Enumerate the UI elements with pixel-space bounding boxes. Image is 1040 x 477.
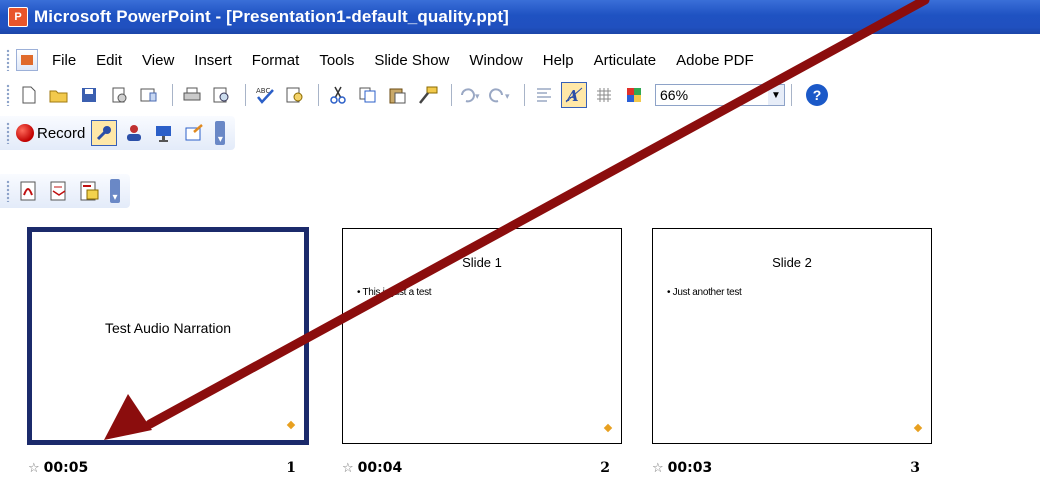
record-icon <box>16 124 34 142</box>
open-icon[interactable] <box>46 82 72 108</box>
svg-text:▾: ▾ <box>505 91 510 101</box>
transition-star-icon[interactable]: ☆ <box>28 461 40 476</box>
slide-preview[interactable]: Slide 2 • Just another test <box>652 228 932 444</box>
undo-icon[interactable]: ▾ <box>458 82 484 108</box>
new-icon[interactable] <box>16 82 42 108</box>
menu-bar: File Edit View Insert Format Tools Slide… <box>0 44 1040 76</box>
menu-tools[interactable]: Tools <box>319 52 354 69</box>
toolbar-separator <box>245 84 246 106</box>
publish-icon[interactable] <box>181 120 207 146</box>
chevron-down-icon[interactable]: ▼ <box>768 85 784 105</box>
toolbar-grip[interactable] <box>6 122 10 144</box>
menu-slide-show[interactable]: Slide Show <box>374 52 449 69</box>
document-control-icon[interactable] <box>16 49 38 71</box>
animation-icon <box>913 423 923 433</box>
slide-title: Slide 1 <box>462 255 502 270</box>
slide-thumbnail-3[interactable]: Slide 2 • Just another test ☆ 00:03 3 <box>652 228 932 476</box>
menu-help[interactable]: Help <box>543 52 574 69</box>
animation-icon <box>286 420 296 430</box>
slide-preview[interactable]: Test Audio Narration <box>27 227 309 445</box>
slide-thumbnail-2[interactable]: Slide 1 • This is just a test ☆ 00:04 2 <box>342 228 622 476</box>
slide-thumbnail-1[interactable]: Test Audio Narration ☆ 00:05 1 <box>27 227 309 476</box>
slide-center-text: Test Audio Narration <box>104 320 232 336</box>
save-icon[interactable] <box>76 82 102 108</box>
slide-number: 1 <box>286 460 296 476</box>
menu-file[interactable]: File <box>52 52 76 69</box>
standard-toolbar: ABC ▾ ▾ A 66% ▼ ? <box>0 78 1040 112</box>
review-pdf-icon[interactable] <box>76 178 102 204</box>
menu-view[interactable]: View <box>142 52 174 69</box>
powerpoint-app-icon[interactable]: P <box>8 7 28 27</box>
grid-icon[interactable] <box>591 82 617 108</box>
copy-icon[interactable] <box>355 82 381 108</box>
narration-toolbar: Record ▾ <box>0 116 236 150</box>
toolbar-separator <box>524 84 525 106</box>
slide-timing: 00:04 <box>357 460 403 476</box>
transition-star-icon[interactable]: ☆ <box>652 461 664 476</box>
toolbar-overflow-button[interactable]: ▾ <box>110 179 120 203</box>
zoom-value: 66% <box>660 87 689 103</box>
narration-pointer-icon[interactable] <box>91 120 118 146</box>
slide-bullet: • Just another test <box>667 287 742 298</box>
zoom-select[interactable]: 66% ▼ <box>655 84 785 106</box>
record-label: Record <box>37 124 86 142</box>
format-painter-icon[interactable] <box>415 82 441 108</box>
convert-email-pdf-icon[interactable] <box>46 178 72 204</box>
menu-window[interactable]: Window <box>469 52 522 69</box>
svg-text:▾: ▾ <box>475 91 480 101</box>
slide-timing: 00:05 <box>43 460 89 476</box>
help-icon[interactable]: ? <box>806 84 828 106</box>
spelling-icon[interactable]: ABC <box>252 82 278 108</box>
convert-pdf-icon[interactable] <box>16 178 42 204</box>
toolbar-separator <box>451 84 452 106</box>
slide-meta: ☆ 00:04 2 <box>342 460 622 476</box>
slide-bullet: • This is just a test <box>357 287 432 298</box>
print-preview-icon[interactable] <box>209 82 235 108</box>
toolbar-separator <box>318 84 319 106</box>
menu-adobe-pdf[interactable]: Adobe PDF <box>676 52 754 69</box>
slide-number: 3 <box>910 460 920 476</box>
slide-preview[interactable]: Slide 1 • This is just a test <box>342 228 622 444</box>
toolbar-separator <box>791 84 792 106</box>
toolbar-separator <box>172 84 173 106</box>
permission-icon[interactable] <box>106 82 132 108</box>
toolbar-grip[interactable] <box>6 84 10 106</box>
toolbar-grip[interactable] <box>6 49 10 71</box>
title-bar: P Microsoft PowerPoint - [Presentation1-… <box>0 0 1040 34</box>
adobe-pdf-toolbar: ▾ <box>0 174 130 208</box>
show-formatting-icon[interactable]: A <box>561 82 587 108</box>
slide-meta: ☆ 00:03 3 <box>652 460 932 476</box>
menu-articulate[interactable]: Articulate <box>594 52 657 69</box>
menu-edit[interactable]: Edit <box>96 52 122 69</box>
slide-title: Slide 2 <box>772 255 812 270</box>
email-icon[interactable] <box>136 82 162 108</box>
menu-insert[interactable]: Insert <box>194 52 232 69</box>
print-icon[interactable] <box>179 82 205 108</box>
transition-star-icon[interactable]: ☆ <box>342 461 354 476</box>
expand-icon[interactable] <box>531 82 557 108</box>
color-grayscale-icon[interactable] <box>621 82 647 108</box>
toolbar-grip[interactable] <box>6 180 10 202</box>
narrator-icon[interactable] <box>121 120 147 146</box>
slide-number: 2 <box>600 460 610 476</box>
menu-format[interactable]: Format <box>252 52 300 69</box>
cut-icon[interactable] <box>325 82 351 108</box>
animation-icon <box>603 423 613 433</box>
toolbar-overflow-button[interactable]: ▾ <box>215 121 226 145</box>
presenter-icon[interactable] <box>151 120 177 146</box>
record-button[interactable]: Record <box>16 124 85 142</box>
paste-icon[interactable] <box>385 82 411 108</box>
slide-timing: 00:03 <box>667 460 713 476</box>
redo-icon[interactable]: ▾ <box>488 82 514 108</box>
research-icon[interactable] <box>282 82 308 108</box>
window-title: Microsoft PowerPoint - [Presentation1-de… <box>34 7 509 26</box>
slide-meta: ☆ 00:05 1 <box>28 460 308 476</box>
